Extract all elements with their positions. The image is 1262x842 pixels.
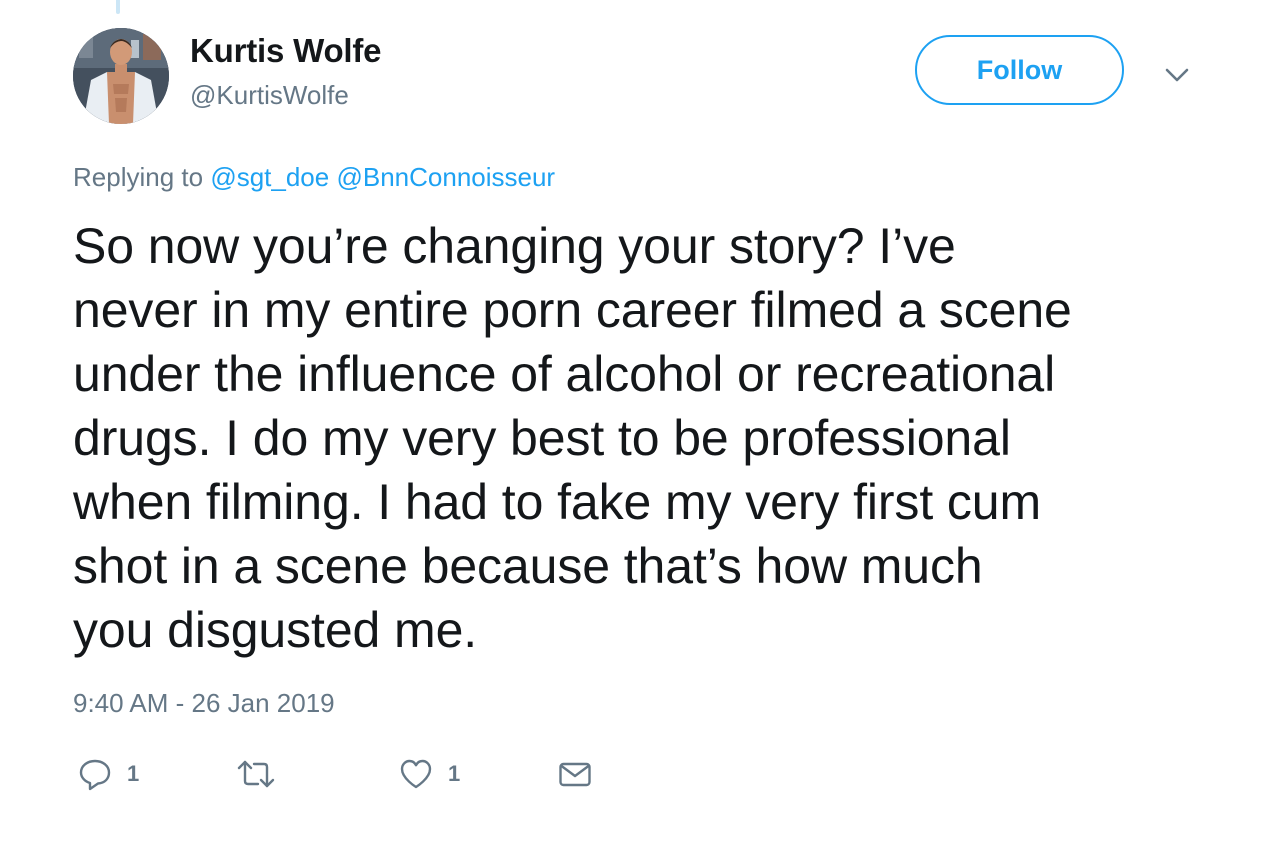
- chevron-down-icon: [1165, 68, 1189, 82]
- like-button[interactable]: 1: [398, 754, 460, 794]
- thread-connector-line: [116, 0, 120, 14]
- reply-count: 1: [127, 761, 140, 786]
- replying-to-label: Replying to: [73, 162, 204, 192]
- mention-link-bnnconnoisseur[interactable]: @BnnConnoisseur: [336, 162, 555, 192]
- follow-button[interactable]: Follow: [915, 35, 1124, 105]
- replying-to-line: Replying to @sgt_doe @BnnConnoisseur: [73, 162, 555, 193]
- more-options-button[interactable]: [1160, 58, 1194, 92]
- avatar[interactable]: [73, 28, 169, 124]
- author-handle[interactable]: @KurtisWolfe: [190, 80, 349, 111]
- tweet-timestamp[interactable]: 9:40 AM - 26 Jan 2019: [73, 688, 335, 719]
- retweet-icon: [237, 760, 275, 788]
- profile-photo: [73, 28, 169, 124]
- direct-message-button[interactable]: [557, 754, 593, 794]
- mention-link-sgt-doe[interactable]: @sgt_doe: [210, 162, 329, 192]
- retweet-button[interactable]: [236, 754, 290, 794]
- tweet-text: So now you’re changing your story? I’ve …: [73, 218, 1072, 658]
- envelope-icon: [559, 762, 591, 787]
- heart-icon: [400, 759, 432, 789]
- reply-button[interactable]: 1: [77, 754, 139, 794]
- reply-icon: [79, 759, 111, 791]
- tweet-actions-bar: 1 1: [0, 754, 1262, 794]
- author-display-name[interactable]: Kurtis Wolfe: [190, 32, 382, 70]
- like-count: 1: [448, 761, 461, 786]
